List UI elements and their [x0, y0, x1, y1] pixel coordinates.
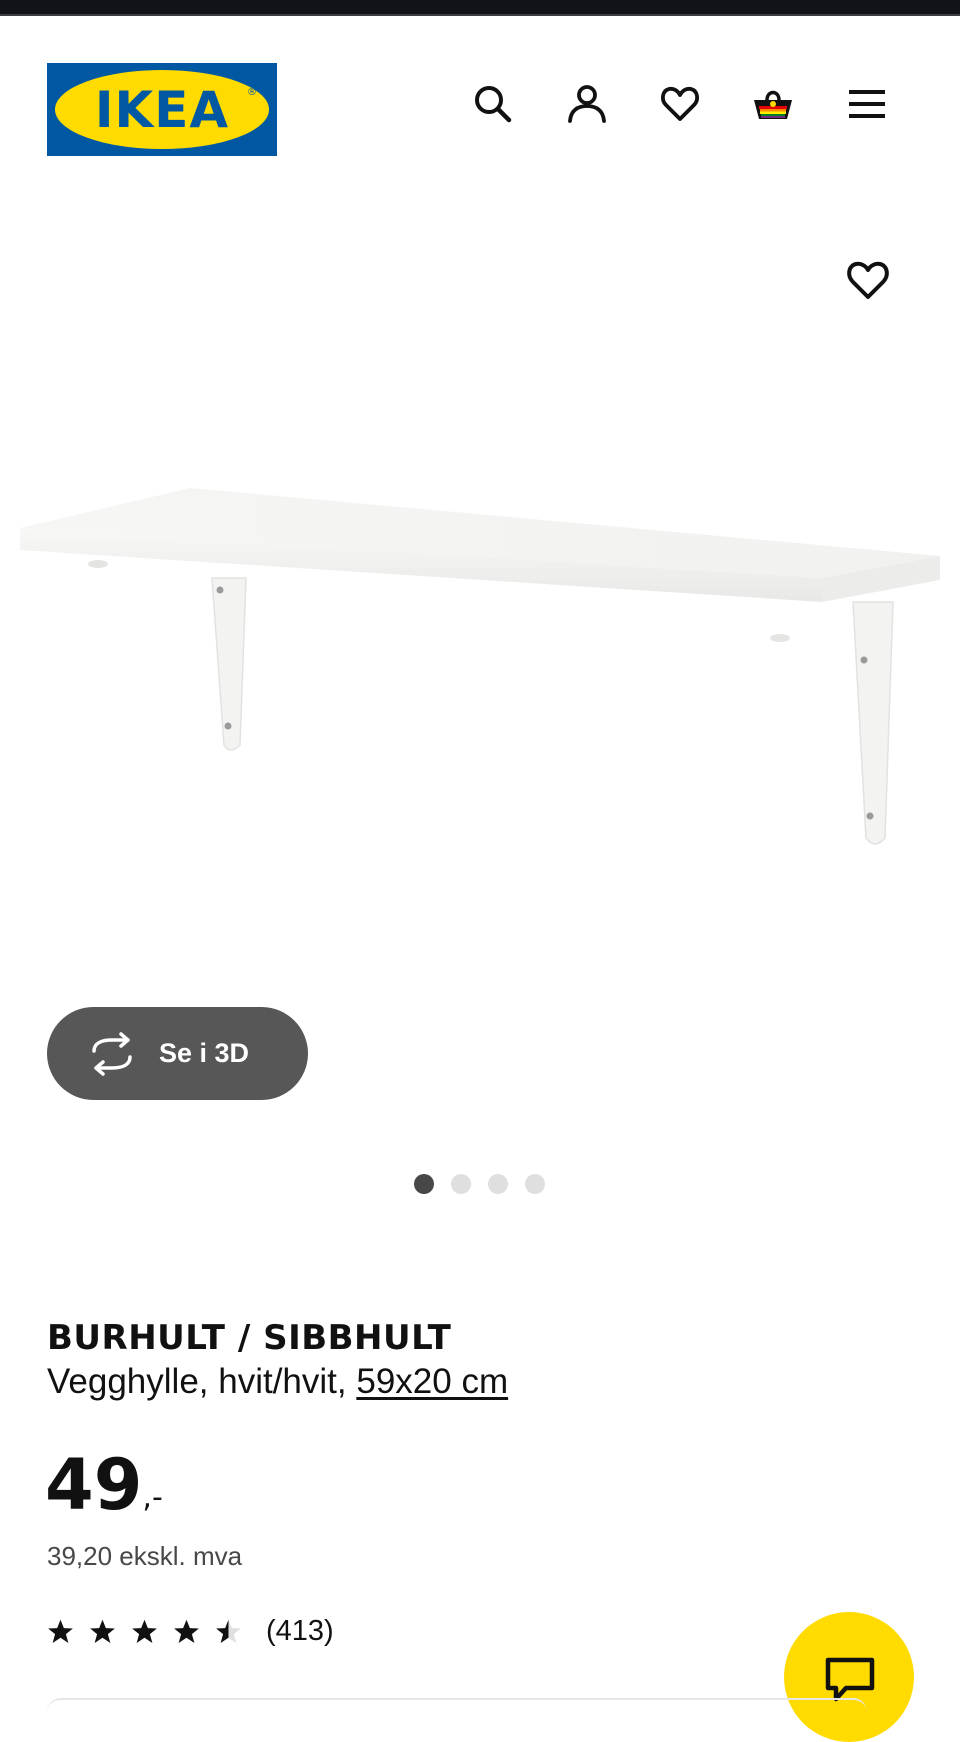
logo-text: IKEA — [94, 80, 230, 139]
reviews-count[interactable]: (413) — [266, 1615, 334, 1648]
basket-icon[interactable] — [751, 82, 795, 126]
product-price: 49,- — [45, 1440, 163, 1530]
carousel-dot-4[interactable] — [525, 1174, 545, 1194]
search-icon[interactable] — [471, 82, 515, 126]
product-description-text: Vegghylle, hvit/hvit, — [47, 1362, 347, 1401]
product-size-link[interactable]: 59x20 cm — [356, 1362, 508, 1401]
menu-icon[interactable] — [845, 82, 889, 126]
rating-stars[interactable] — [47, 1618, 242, 1645]
star-full-icon — [90, 1619, 115, 1643]
ikea-logo[interactable]: IKEA ® — [47, 63, 277, 156]
carousel-dot-3[interactable] — [488, 1174, 508, 1194]
logo-registered-mark: ® — [247, 87, 257, 98]
product-description: Vegghylle, hvit/hvit, 59x20 cm — [47, 1362, 508, 1402]
view-in-3d-button[interactable]: Se i 3D — [47, 1007, 308, 1100]
heart-icon[interactable] — [658, 82, 702, 126]
carousel-dot-1[interactable] — [414, 1174, 434, 1194]
star-full-icon — [48, 1619, 73, 1643]
product-image[interactable] — [0, 460, 960, 860]
price-excl-vat: 39,20 ekskl. mva — [47, 1541, 243, 1571]
star-full-icon — [132, 1619, 157, 1643]
price-integer: 49 — [45, 1444, 143, 1526]
add-to-favourites-icon[interactable] — [844, 256, 892, 304]
user-icon[interactable] — [565, 82, 609, 126]
chat-bubble-icon — [825, 1657, 875, 1702]
view-in-3d-label: Se i 3D — [159, 1038, 250, 1068]
carousel-dot-2[interactable] — [451, 1174, 471, 1194]
star-half-icon — [216, 1619, 241, 1643]
image-carousel-indicator — [414, 1174, 545, 1194]
rotate-3d-icon — [92, 1032, 132, 1076]
next-section-edge — [47, 1698, 867, 1720]
chat-button[interactable] — [784, 1612, 914, 1742]
status-bar — [0, 0, 960, 16]
product-name: BURHULT / SIBBHULT — [47, 1318, 452, 1358]
star-full-icon — [174, 1619, 199, 1643]
price-decimal: ,- — [142, 1480, 163, 1515]
